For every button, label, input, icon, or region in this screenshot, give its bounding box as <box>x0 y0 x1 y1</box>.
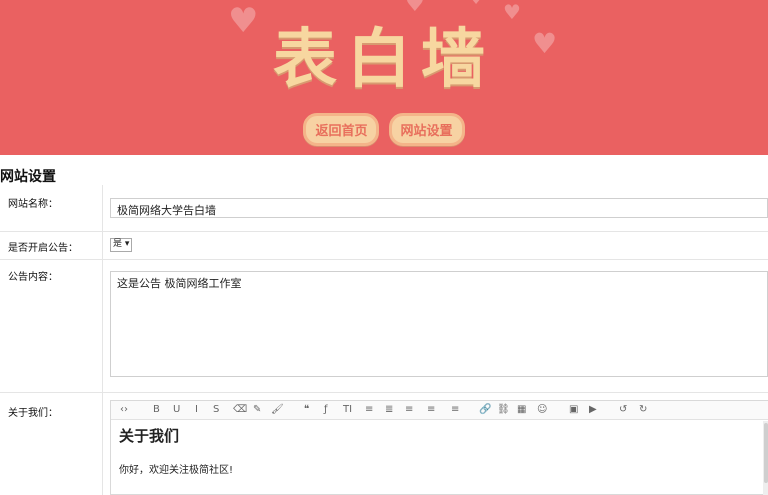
scrollbar-thumb[interactable] <box>764 423 768 483</box>
emoji-icon[interactable]: ☺ <box>537 404 547 415</box>
align-left-icon[interactable]: ≡ <box>405 404 413 415</box>
section-title: 网站设置 <box>0 169 56 185</box>
form-row-announcement-content: 公告内容： 这是公告 极简网络工作室 <box>0 259 768 393</box>
align-center-icon[interactable]: ≡ <box>427 404 435 415</box>
home-button[interactable]: 返回首页 <box>303 113 380 146</box>
table-icon[interactable]: ▦ <box>517 404 526 415</box>
underline-icon[interactable]: U <box>173 404 180 415</box>
quote-icon[interactable]: ❝ <box>304 404 309 415</box>
heart-icon: ♥ <box>468 0 484 8</box>
header-banner: ♥ ♥ ♥ ♥ ♥ 表白墙 返回首页 网站设置 <box>0 0 768 155</box>
strikethrough-icon[interactable]: S <box>213 404 219 415</box>
paint-icon[interactable]: 🖌 <box>271 404 284 415</box>
brush-icon[interactable]: ✎ <box>253 404 261 415</box>
announcement-content-textarea[interactable]: 这是公告 极简网络工作室 <box>110 271 768 377</box>
align-right-icon[interactable]: ≡ <box>451 404 459 415</box>
form-row-site-name: 网站名称： 极简网络大学告白墙 <box>0 185 768 232</box>
list-unordered-icon[interactable]: ≡ <box>365 404 373 415</box>
about-heading: 关于我们 <box>119 427 180 445</box>
announcement-content-label: 公告内容： <box>8 272 58 283</box>
editor-scrollbar[interactable] <box>763 421 768 495</box>
about-body: 你好，欢迎关注极简社区! <box>119 465 234 476</box>
settings-button[interactable]: 网站设置 <box>388 113 465 146</box>
redo-icon[interactable]: ↻ <box>639 404 647 415</box>
list-ordered-icon[interactable]: ≣ <box>385 404 393 415</box>
video-icon[interactable]: ▶ <box>589 404 597 415</box>
image-icon[interactable]: ▣ <box>569 404 578 415</box>
form-row-announcement-toggle: 是否开启公告： 是 ▾ <box>0 231 768 260</box>
link-icon[interactable]: 🔗 <box>479 404 491 415</box>
unlink-icon[interactable]: ⛓ <box>497 404 510 415</box>
bold-icon[interactable]: B <box>153 404 160 415</box>
font-icon[interactable]: ƒ <box>324 404 328 415</box>
italic-icon[interactable]: I <box>195 404 198 415</box>
site-name-input[interactable]: 极简网络大学告白墙 <box>110 198 768 218</box>
site-name-label: 网站名称： <box>8 199 58 210</box>
code-icon[interactable]: ‹› <box>120 404 128 415</box>
chevron-down-icon: ▾ <box>124 239 130 249</box>
announcement-toggle-select[interactable]: 是 ▾ <box>110 238 133 252</box>
about-label: 关于我们： <box>8 408 58 419</box>
header-nav: 返回首页 网站设置 <box>0 113 768 146</box>
undo-icon[interactable]: ↺ <box>619 404 627 415</box>
text-size-icon[interactable]: TI <box>343 404 352 415</box>
editor-toolbar: ‹› B U I S ⌫ ✎ 🖌 ❝ ƒ TI ≡ ≣ ≡ ≡ ≡ 🔗 ⛓ ▦ ☺ ▣ ▶ ↺ ↻ <box>111 401 768 420</box>
eraser-icon[interactable]: ⌫ <box>233 404 247 415</box>
announcement-toggle-label: 是否开启公告： <box>8 243 78 254</box>
page-title: 表白墙 <box>273 22 495 97</box>
announcement-toggle-value: 是 <box>113 239 123 249</box>
rich-text-editor: ‹› B U I S ⌫ ✎ 🖌 ❝ ƒ TI ≡ ≣ ≡ ≡ ≡ 🔗 ⛓ ▦ ☺ ▣ ▶ ↺ ↻ 关于我们 你好，欢迎关注极… <box>110 400 768 495</box>
